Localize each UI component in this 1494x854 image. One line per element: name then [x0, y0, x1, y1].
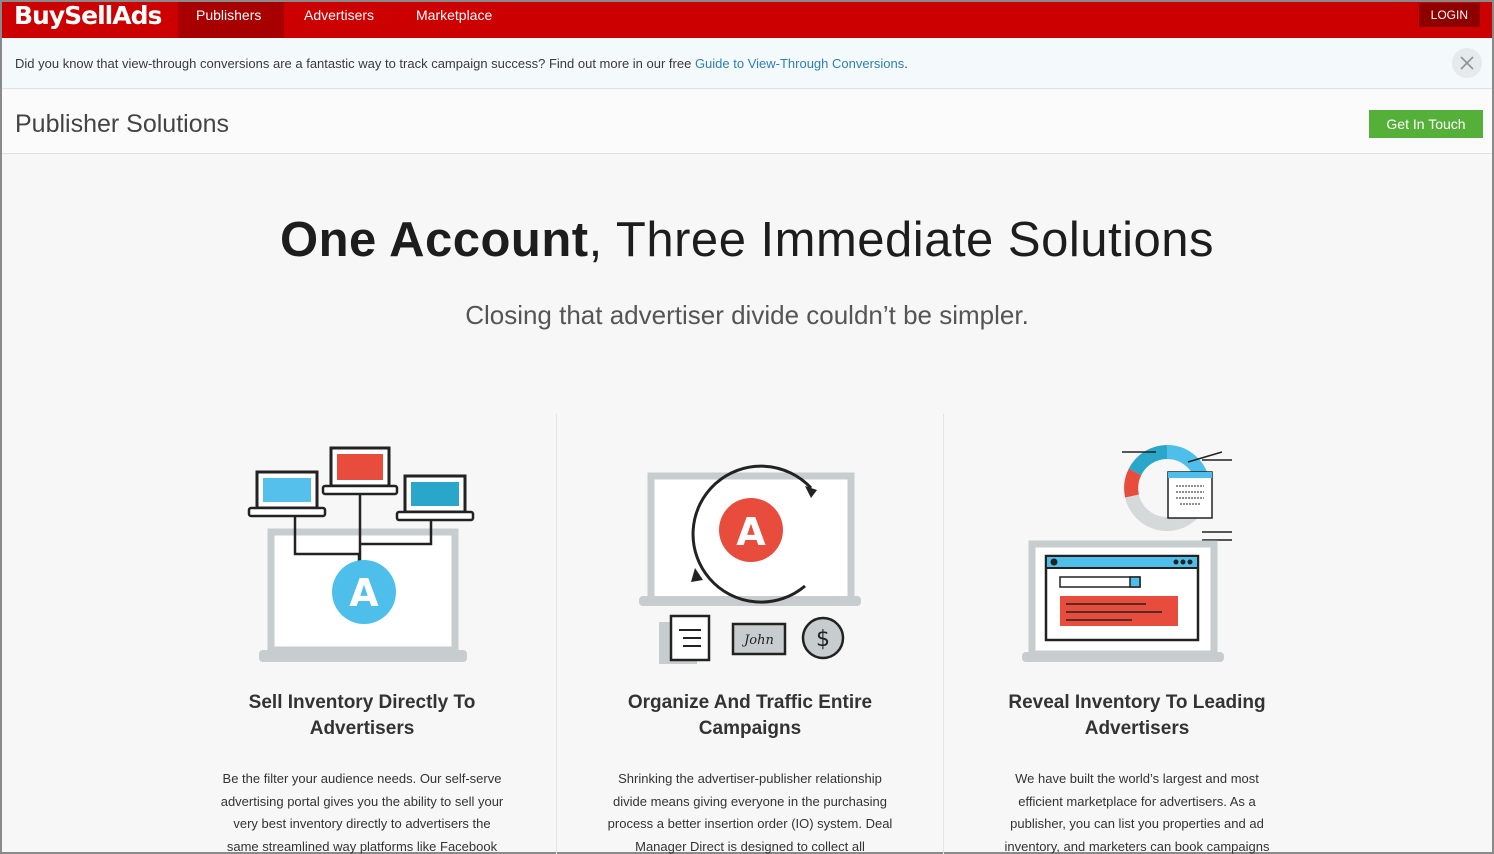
notice-guide-link[interactable]: Guide to View-Through Conversions	[695, 56, 904, 71]
feature-title-line: Sell Inventory Directly To	[248, 692, 476, 713]
hero-title-rest: , Three Immediate Solutions	[588, 213, 1214, 267]
description-line: same streamlined way platforms like Face…	[226, 838, 498, 854]
notice-period: .	[904, 56, 908, 71]
description-line: We have built the world’s largest and mo…	[1015, 771, 1259, 786]
brand-logo[interactable]: BuySellAds	[14, 2, 162, 38]
feature-description: We have built the world’s largest and mo…	[977, 768, 1297, 854]
get-in-touch-button[interactable]: Get In Touch	[1369, 110, 1483, 138]
feature-title-line: Organize And Traffic Entire	[627, 692, 873, 713]
feature-description: Be the filter your audience needs. Our s…	[202, 768, 522, 854]
hero-title: One Account, Three Immediate Solutions	[2, 212, 1492, 268]
logo-letter: A	[349, 571, 379, 615]
description-line: efficient marketplace for advertisers. A…	[1018, 793, 1256, 809]
description-line: publisher, you can list you properties a…	[1010, 816, 1264, 831]
description-line: divide means giving everyone in the purc…	[613, 793, 887, 809]
close-icon	[1460, 56, 1474, 70]
description-line: inventory, and marketers can book campai…	[1004, 838, 1270, 854]
close-notice-button[interactable]	[1452, 48, 1482, 78]
hero-title-bold: One Account	[280, 213, 589, 267]
feature-title: Reveal Inventory To Leading Advertisers	[937, 690, 1337, 742]
feature-title-line: Advertisers	[309, 718, 415, 739]
campaign-cycle-illustration: A John $	[639, 464, 861, 664]
page-title: Publisher Solutions	[15, 110, 230, 138]
logo-letter: A	[736, 510, 766, 554]
description-line: Shrinking the advertiser-publisher relat…	[618, 771, 882, 786]
signature-text: John	[741, 633, 774, 648]
feature-sell-inventory: A Sell Inventory Directly To Advertisers …	[162, 432, 562, 854]
feature-title-line: Reveal Inventory To Leading	[1008, 692, 1266, 713]
top-navbar: BuySellAds Publishers Advertisers Market…	[2, 2, 1492, 38]
notice-text: Did you know that view-through conversio…	[15, 56, 908, 71]
notice-message: Did you know that view-through conversio…	[15, 56, 695, 71]
marketplace-analytics-illustration	[1022, 444, 1232, 662]
feature-title: Sell Inventory Directly To Advertisers	[162, 690, 562, 742]
nav-advertisers[interactable]: Advertisers	[286, 2, 392, 38]
dollar-icon: $	[816, 627, 830, 652]
laptops-network-illustration: A	[247, 446, 475, 662]
feature-title-line: Campaigns	[698, 718, 802, 739]
notice-bar: Did you know that view-through conversio…	[2, 38, 1492, 89]
feature-description: Shrinking the advertiser-publisher relat…	[590, 768, 910, 854]
description-line: very best inventory directly to advertis…	[233, 816, 491, 831]
description-line: Be the filter your audience needs. Our s…	[222, 771, 502, 786]
description-line: process a better insertion order (IO) sy…	[607, 816, 893, 831]
description-line: advertising portal gives you the ability…	[220, 793, 504, 809]
feature-title: Organize And Traffic Entire Campaigns	[550, 690, 950, 742]
page-header: Publisher Solutions Get In Touch	[2, 90, 1492, 154]
feature-title-line: Advertisers	[1084, 718, 1190, 739]
hero-subtitle: Closing that advertiser divide couldn’t …	[465, 300, 1029, 330]
login-button[interactable]: LOGIN	[1418, 3, 1480, 27]
nav-marketplace[interactable]: Marketplace	[398, 2, 510, 38]
description-line: Manager Direct is designed to collect al…	[635, 838, 865, 854]
feature-reveal-inventory: Reveal Inventory To Leading Advertisers W…	[937, 432, 1337, 854]
nav-publishers[interactable]: Publishers	[178, 2, 284, 38]
feature-organize-campaigns: A John $ Organize And Traffic Entire Camp…	[550, 432, 950, 854]
